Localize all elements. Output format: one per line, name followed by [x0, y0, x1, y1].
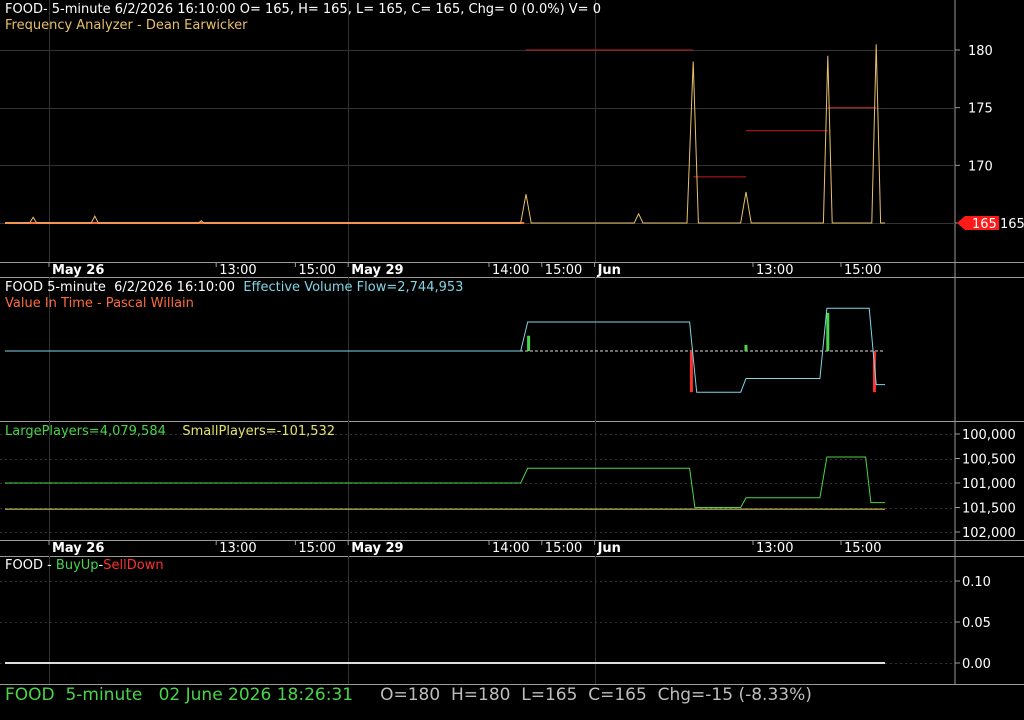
- x-tick-label: May 29: [351, 263, 403, 278]
- evf-value-label: Effective Volume Flow=2,744,953: [243, 280, 464, 295]
- y-tick-label: 180: [968, 44, 993, 59]
- large-players-label: LargePlayers=4,079,584: [5, 424, 166, 439]
- x-tick-label: 15:00: [844, 263, 881, 278]
- buyup-label: BuyUp: [55, 558, 99, 573]
- y-tick-label: 100,000: [962, 428, 1016, 443]
- x-tick-label: 15:00: [298, 541, 335, 556]
- buyup-panel-symbol: FOOD: [5, 558, 43, 573]
- x-tick-label: 14:00: [492, 541, 529, 556]
- y-tick-label: 0.05: [962, 616, 991, 631]
- last-price-label: 165: [972, 217, 997, 232]
- evf-panel-prefix: FOOD 5-minute 6/2/2026 16:10:00: [5, 280, 236, 295]
- selldown-label: SellDown: [103, 558, 164, 573]
- y-tick-label: 101,500: [962, 502, 1016, 517]
- evf-panel-title: FOOD 5-minute 6/2/2026 16:10:00 Effectiv…: [5, 280, 463, 296]
- status-interval: 5-minute: [65, 685, 143, 705]
- x-tick-label: 13:00: [219, 263, 256, 278]
- x-tick-label: 15:00: [545, 541, 582, 556]
- x-tick-label: 15:00: [545, 263, 582, 278]
- chart-canvas: May 26 13:00 15:00 May 29 14:00 15:00 Jun 13:00…: [0, 0, 1024, 720]
- y-tick-label: 0.10: [962, 575, 991, 590]
- y-tick-label: 101,000: [962, 477, 1016, 492]
- x-tick-label: Jun: [597, 541, 621, 556]
- evf-bar: [527, 335, 531, 351]
- status-bar: FOOD 5-minute 02 June 2026 18:26:31 O=18…: [5, 684, 812, 706]
- x-tick-label: 14:00: [492, 263, 529, 278]
- status-datetime: 02 June 2026 18:26:31: [158, 685, 354, 705]
- small-players-label: SmallPlayers=-101,532: [182, 424, 336, 439]
- y-tick-label: 100,500: [962, 453, 1016, 468]
- evf-bar: [826, 312, 830, 351]
- evf-panel-subtitle: Value In Time - Pascal Willain: [5, 296, 194, 311]
- buyup-panel-title: FOOD - BuyUp-SellDown: [5, 558, 164, 574]
- x-tick-label: 15:00: [298, 263, 335, 278]
- y-tick-label: 175: [968, 102, 993, 117]
- x-tick-label: 15:00: [844, 541, 881, 556]
- x-tick-label: 13:00: [756, 541, 793, 556]
- y-tick-label: 0.00: [962, 657, 991, 672]
- status-symbol: FOOD: [5, 685, 55, 705]
- y-tick-label: 170: [968, 159, 993, 174]
- y-tick-label: 102,000: [962, 526, 1016, 541]
- x-tick-label: 13:00: [219, 541, 256, 556]
- x-tick-label: May 29: [351, 541, 403, 556]
- x-tick-label: 13:00: [756, 263, 793, 278]
- players-panel-title: LargePlayers=4,079,584 SmallPlayers=-101…: [5, 424, 335, 440]
- status-ohlc: O=180 H=180 L=165 C=165 Chg=-15 (-8.33%): [380, 685, 812, 705]
- price-panel-subtitle: Frequency Analyzer - Dean Earwicker: [5, 18, 248, 33]
- last-price-axis-label: 165: [1000, 217, 1024, 232]
- evf-bar: [744, 344, 748, 351]
- buyup-panel-sep: -: [42, 558, 56, 573]
- evf-bar: [689, 351, 693, 393]
- x-tick-label: May 26: [52, 541, 104, 556]
- price-panel-title: FOOD- 5-minute 6/2/2026 16:10:00 O= 165,…: [5, 2, 601, 17]
- x-tick-label: Jun: [597, 263, 621, 278]
- x-tick-label: May 26: [52, 263, 104, 278]
